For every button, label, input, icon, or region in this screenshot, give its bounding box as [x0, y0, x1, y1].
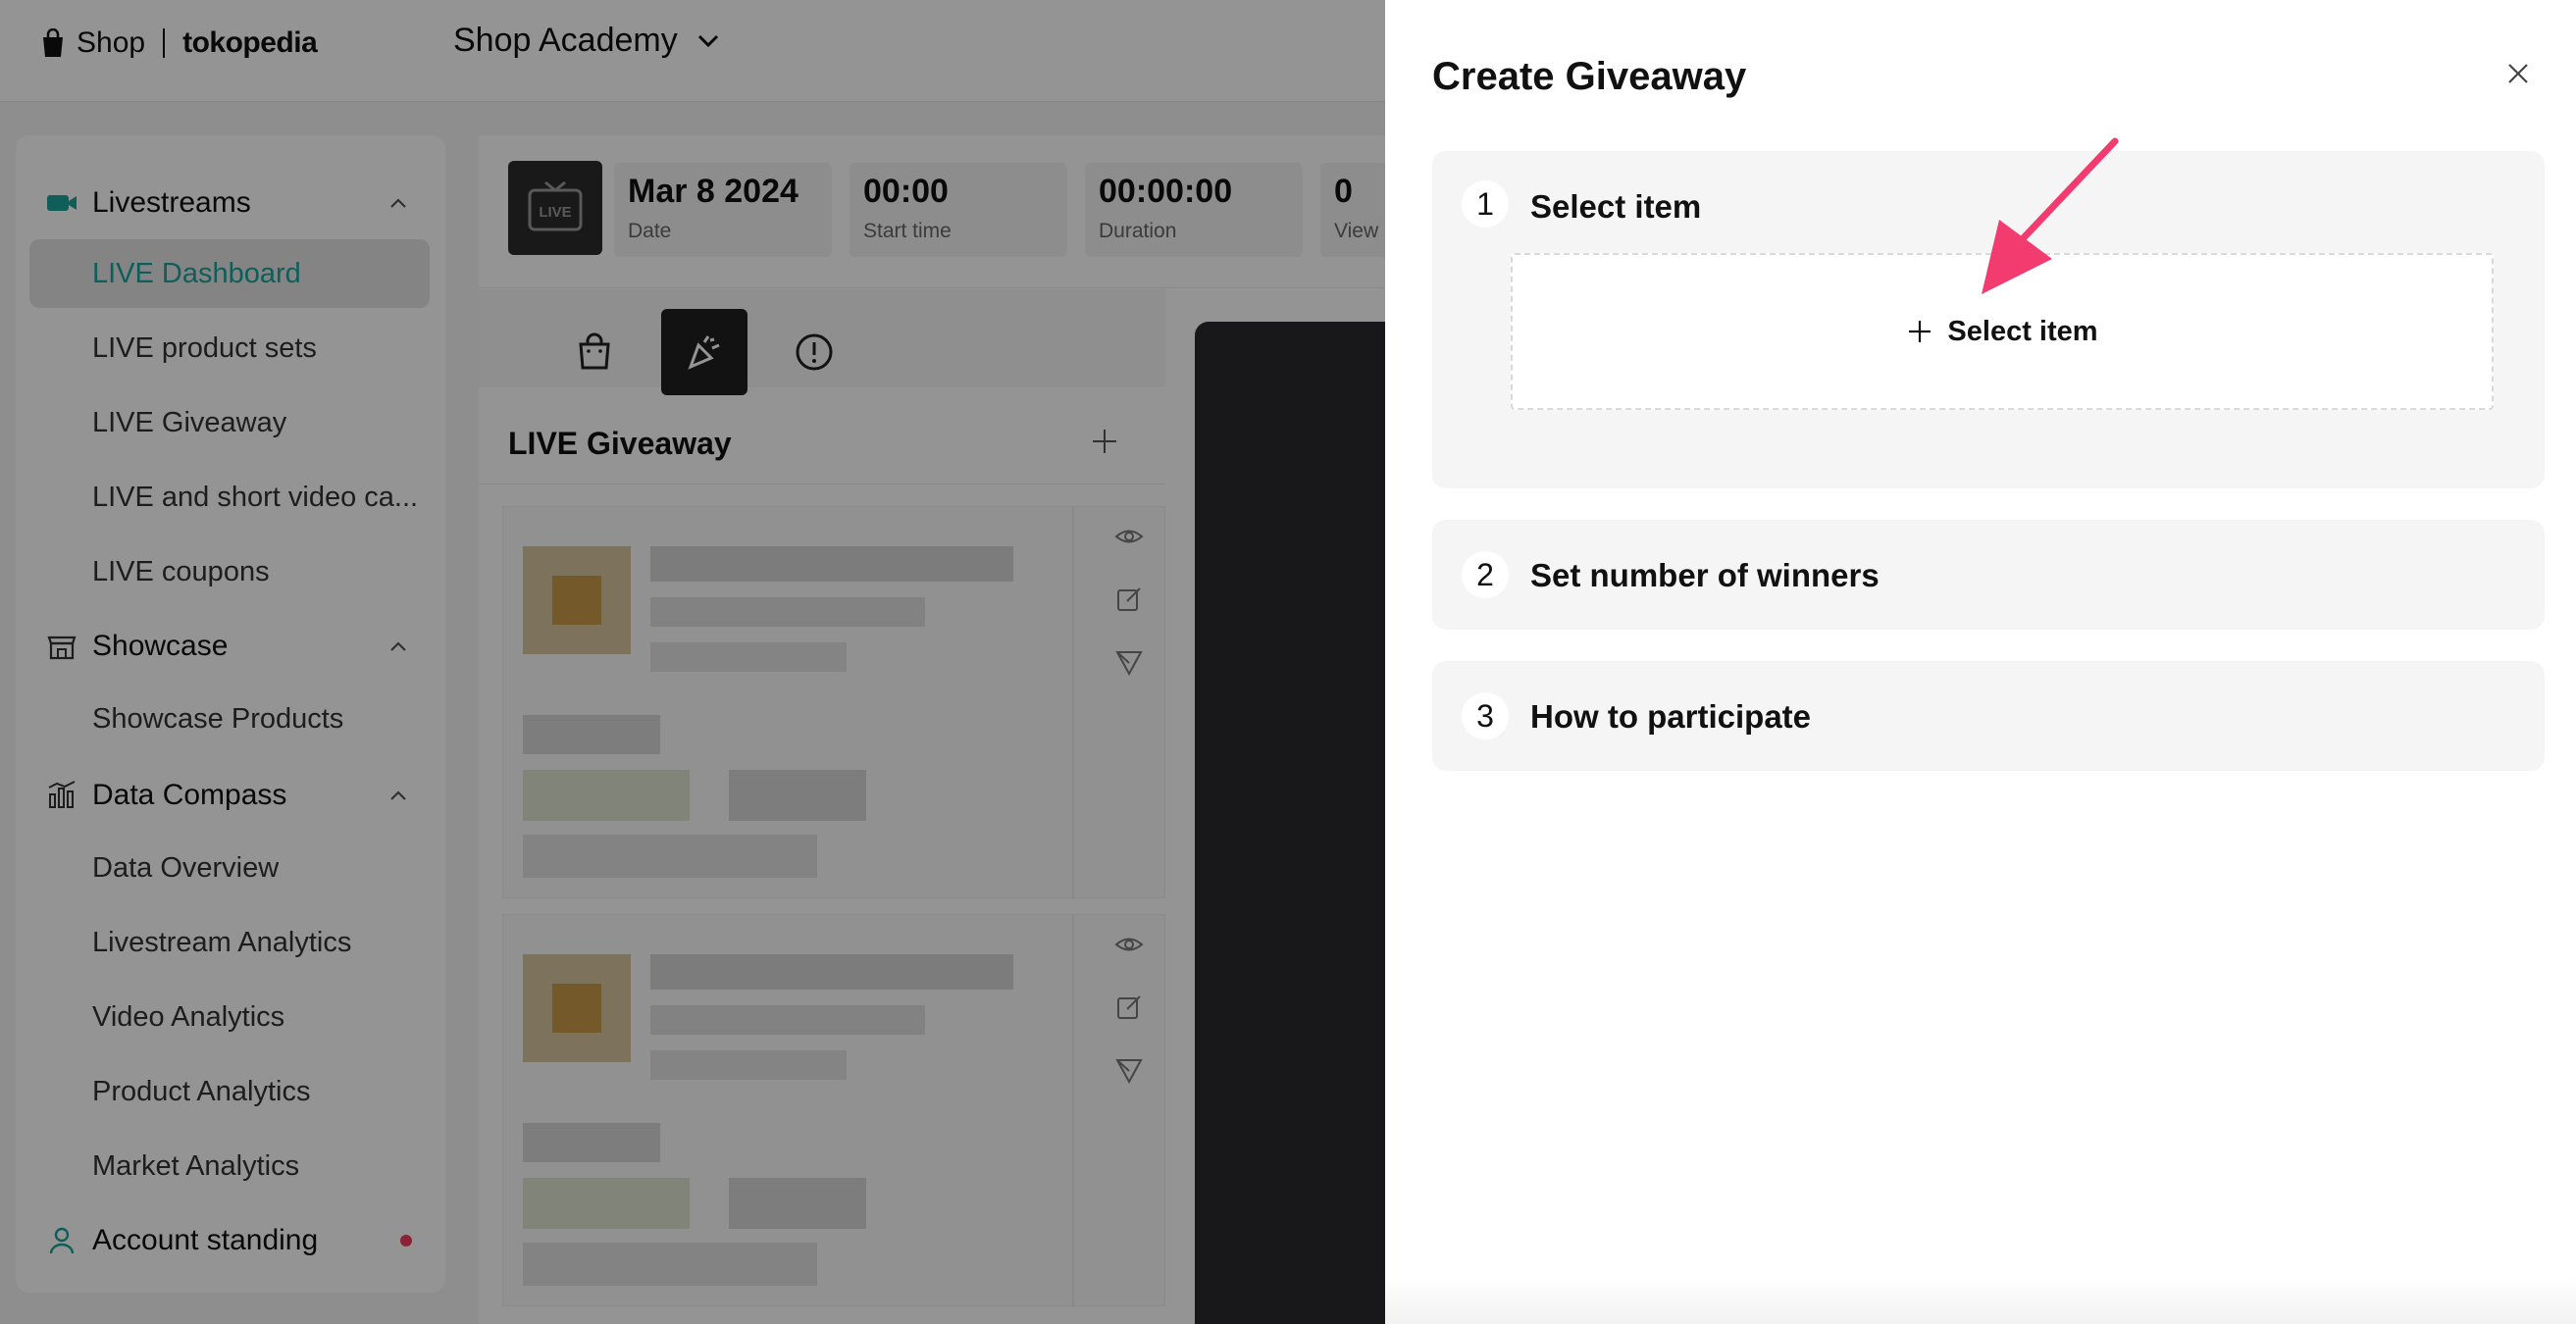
step-title: How to participate — [1530, 698, 1812, 735]
drawer-title: Create Giveaway — [1432, 55, 1747, 98]
select-item-label: Select item — [1947, 315, 2098, 347]
step-number: 1 — [1462, 180, 1509, 228]
close-icon[interactable] — [2501, 57, 2535, 90]
step-title: Select item — [1530, 188, 1702, 225]
annotation-arrow-icon — [1982, 137, 2119, 294]
step-title: Set number of winners — [1530, 557, 1880, 593]
plus-icon — [1909, 321, 1932, 342]
drawer-footer-shade — [1385, 1275, 2576, 1324]
step-how-to-participate[interactable]: 3 How to participate — [1432, 661, 2545, 771]
step-set-winners[interactable]: 2 Set number of winners — [1432, 520, 2545, 630]
step-number: 3 — [1462, 692, 1509, 739]
modal-backdrop[interactable] — [0, 0, 1385, 1324]
step-number: 2 — [1462, 551, 1509, 598]
